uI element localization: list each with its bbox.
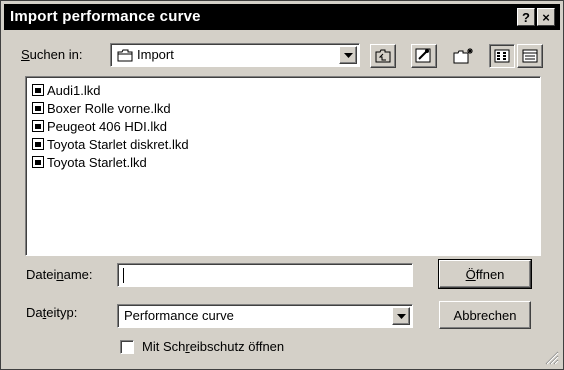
title-bar[interactable]: Import performance curve ? × — [4, 4, 560, 30]
look-in-value: Import — [137, 47, 174, 62]
open-label-rest: ffnen — [475, 266, 505, 282]
up-one-level-button[interactable] — [370, 44, 396, 68]
lkd-file-icon — [32, 84, 44, 96]
file-item[interactable]: Peugeot 406 HDI.lkd — [32, 117, 167, 135]
resize-grip-icon[interactable] — [545, 351, 559, 365]
file-name: Toyota Starlet diskret.lkd — [47, 136, 189, 152]
file-item[interactable]: Toyota Starlet.lkd — [32, 153, 147, 171]
list-view-button[interactable] — [489, 44, 515, 68]
file-name: Toyota Starlet.lkd — [47, 154, 147, 170]
file-name: Boxer Rolle vorne.lkd — [47, 100, 171, 116]
look-in-combobox[interactable]: Import — [110, 43, 360, 67]
chevron-down-icon — [396, 313, 406, 319]
open-mnemonic: Ö — [465, 266, 476, 282]
filename-mnemonic: n — [56, 267, 64, 282]
file-item[interactable]: Audi1.lkd — [32, 81, 100, 99]
desktop-button[interactable] — [411, 44, 437, 68]
text-caret — [123, 268, 124, 283]
look-in-mnemonic: S — [21, 47, 30, 62]
lkd-file-icon — [32, 102, 44, 114]
readonly-label[interactable]: Mit Schreibschutz öffnen — [142, 339, 284, 354]
filename-label-pre: Datei — [26, 267, 57, 282]
open-button-label: Öffnen — [466, 267, 505, 282]
file-name: Audi1.lkd — [47, 82, 101, 98]
look-in-dropdown-button[interactable] — [339, 46, 357, 64]
filetype-value: Performance curve — [124, 308, 234, 323]
help-button[interactable]: ? — [517, 8, 535, 26]
readonly-checkbox[interactable] — [120, 340, 134, 354]
look-in-label-text: uchen in: — [29, 47, 83, 62]
details-view-icon — [522, 49, 538, 63]
file-list[interactable]: Audi1.lkd Boxer Rolle vorne.lkd Peugeot … — [25, 76, 541, 256]
up-folder-icon — [375, 49, 391, 63]
cancel-button[interactable]: Abbrechen — [439, 301, 531, 329]
filename-label: Dateiname: — [26, 267, 93, 282]
desktop-icon — [415, 48, 431, 63]
details-view-button[interactable] — [517, 44, 543, 68]
new-folder-button[interactable] — [451, 44, 477, 68]
readonly-label-pre: Mit Sch — [142, 339, 186, 354]
new-folder-icon — [453, 48, 473, 64]
import-dialog: Import performance curve ? × Suchen in: … — [0, 0, 564, 370]
filetype-label-pre: Da — [26, 305, 43, 320]
lkd-file-icon — [32, 138, 44, 150]
filename-label-post: ame: — [63, 267, 93, 282]
lkd-file-icon — [32, 156, 44, 168]
file-name: Peugeot 406 HDI.lkd — [47, 118, 167, 134]
window-title: Import performance curve — [10, 8, 201, 25]
folder-icon — [117, 49, 133, 62]
file-item[interactable]: Boxer Rolle vorne.lkd — [32, 99, 171, 117]
look-in-label: Suchen in: — [21, 47, 82, 62]
chevron-down-icon — [343, 52, 353, 58]
filetype-dropdown-button[interactable] — [392, 307, 410, 325]
open-button[interactable]: Öffnen — [439, 260, 531, 288]
close-button[interactable]: × — [537, 8, 555, 26]
filetype-label-post: eityp: — [46, 305, 78, 320]
lkd-file-icon — [32, 120, 44, 132]
filename-input[interactable] — [117, 263, 413, 287]
readonly-label-post: eibschutz öffnen — [189, 339, 285, 354]
file-item[interactable]: Toyota Starlet diskret.lkd — [32, 135, 189, 153]
list-view-icon — [494, 49, 510, 63]
filetype-label: Dateityp: — [26, 305, 77, 320]
filetype-select[interactable]: Performance curve — [117, 304, 413, 328]
